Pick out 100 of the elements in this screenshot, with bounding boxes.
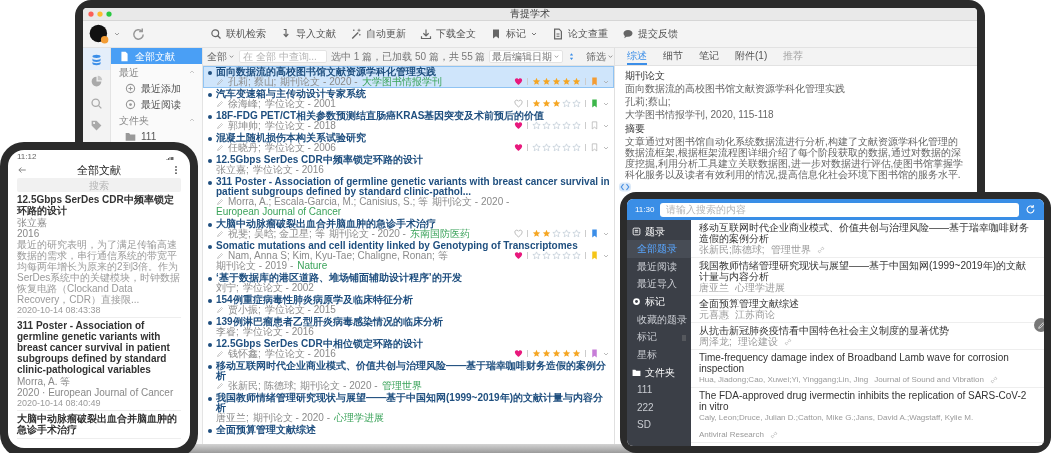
list-row[interactable]: 大脑中动脉瘤破裂出血合并脑血肿的急诊手术治疗 祝斐; 吴晗; 金卫星; 等 期刊论文 - 2020 - 东南国防医药: [203, 218, 614, 240]
refresh-icon[interactable]: [1025, 204, 1036, 215]
item-title[interactable]: 311 Poster - Association of germline genetic variants with breast cancer survival in patient subgroups defined by standard clinic-pathological variables: [17, 320, 181, 375]
item-title[interactable]: 大脑中动脉瘤破裂出血合并脑血肿的急诊手术治疗: [17, 413, 181, 435]
back-arrow-icon[interactable]: [17, 165, 27, 175]
bookmark-icon[interactable]: [590, 99, 599, 108]
bookmark-icon[interactable]: [590, 77, 599, 86]
heart-icon[interactable]: [514, 349, 523, 358]
caret-icon[interactable]: [113, 30, 121, 38]
chevrons-icon[interactable]: [616, 181, 634, 193]
star-icon[interactable]: [572, 121, 581, 130]
star-icon[interactable]: [572, 251, 581, 260]
tab[interactable]: 细节: [663, 48, 683, 65]
star-icon[interactable]: [532, 77, 541, 86]
star-icon[interactable]: [542, 229, 551, 238]
filter-dropdown[interactable]: 筛选: [586, 49, 615, 64]
toolbar-button[interactable]: 自动更新: [343, 26, 413, 42]
bookmark-icon[interactable]: [590, 229, 599, 238]
toolbar-button[interactable]: 下载全文: [413, 26, 483, 42]
item-title[interactable]: 我国教师情绪管理研究现状与展望——基于中国知网(1999~2019年)的文献计量与内容分析: [699, 260, 1034, 282]
star-icon[interactable]: [562, 349, 571, 358]
search-field[interactable]: 请输入搜索的内容: [660, 202, 1019, 217]
star-icon[interactable]: [532, 251, 541, 260]
list-row[interactable]: 12.5Gbps SerDes CDR中频率锁定环路的设计 张立嘉; 学位论文 - 2016: [203, 154, 614, 176]
item-title[interactable]: 全面预算管理文献综述: [699, 298, 1034, 309]
bookmark-icon[interactable]: [590, 349, 599, 358]
star-icon[interactable]: [542, 121, 551, 130]
caret-icon[interactable]: [188, 116, 196, 124]
star-icon[interactable]: [552, 77, 561, 86]
star-icon[interactable]: [552, 121, 561, 130]
avatar-icon[interactable]: [89, 24, 109, 44]
star-icon[interactable]: [562, 143, 571, 152]
drag-handle-icon[interactable]: [680, 332, 688, 344]
star-icon[interactable]: [552, 251, 561, 260]
list-row[interactable]: Somatic mutations and cell identity linked by Genotyping of Transcriptomes Nam, Anna S; Kim, Kyu-Tae; Chaligne, Ronan; 等 期刊论文 - 2019 - Nature: [203, 240, 614, 272]
tab[interactable]: 笔记: [699, 48, 719, 65]
star-icon[interactable]: [562, 99, 571, 108]
bookmark-icon[interactable]: [590, 143, 599, 152]
sort-dropdown[interactable]: 最后编辑日期: [489, 50, 564, 63]
scope-dropdown[interactable]: 全部: [207, 49, 235, 64]
item-title[interactable]: Time-frequency damage index of Broadband Lamb wave for corrosion inspection: [699, 352, 1034, 374]
list-row[interactable]: 混凝土随机损伤本构关系试验研究 任晓丹; 学位论文 - 2006: [203, 132, 614, 154]
toolbar-button[interactable]: 导入文献: [273, 26, 343, 42]
bookmark-icon[interactable]: [590, 121, 599, 130]
list-row[interactable]: ‘基于数据库的港区道路、堆场铺面辅助设计程序’的开发 刘宁; 学位论文 - 2002: [203, 272, 614, 294]
sidebar-item[interactable]: 全部题录: [627, 240, 691, 258]
link-icon[interactable]: [816, 245, 825, 254]
sidebar-item[interactable]: 111: [111, 128, 202, 144]
star-icon[interactable]: [532, 121, 541, 130]
star-icon[interactable]: [562, 77, 571, 86]
heart-icon[interactable]: [514, 143, 523, 152]
list-row[interactable]: 我国教师情绪管理研究现状与展望——基于中国知网(1999~2019年)的文献计量与内容分析 唐亚兰; 期刊论文 - 2020 - 心理学进展: [203, 392, 614, 424]
star-icon[interactable]: [542, 143, 551, 152]
item-title[interactable]: 从抗击新冠肺炎疫情看中国特色社会主义制度的显著优势: [699, 325, 1034, 336]
sidebar-item[interactable]: 收藏的题录: [627, 310, 691, 328]
list-row[interactable]: 汽车变速箱与主传动设计专家系统 徐海峰; 学位论文 - 2001: [203, 88, 614, 110]
star-icon[interactable]: [552, 99, 561, 108]
heart-icon[interactable]: [514, 121, 523, 130]
list-row[interactable]: 12.5Gbps SerDes CDR中相位锁定环路的设计 钱怀鑫; 学位论文 - 2016: [203, 338, 614, 360]
bookmark-icon[interactable]: [590, 251, 599, 260]
refresh-icon[interactable]: [131, 26, 146, 42]
star-icon[interactable]: [542, 349, 551, 358]
star-icon[interactable]: [532, 143, 541, 152]
toolbar-button[interactable]: 联机检索: [203, 26, 273, 42]
star-icon[interactable]: [552, 349, 561, 358]
toolbar-button[interactable]: 标记: [483, 26, 545, 42]
link-icon[interactable]: [783, 337, 792, 346]
sidebar-item[interactable]: 111: [627, 381, 691, 399]
item-title[interactable]: The FDA-approved drug ivermectin inhibits the replication of SARS-CoV-2 in vitro: [699, 390, 1034, 412]
star-icon[interactable]: [562, 251, 571, 260]
edit-button[interactable]: [1034, 318, 1044, 332]
star-icon[interactable]: [572, 229, 581, 238]
list-row[interactable]: 全面预算管理文献综述: [203, 424, 614, 436]
star-icon[interactable]: [572, 77, 581, 86]
list-row[interactable]: 139例淋巴瘤患者乙型肝炎病毒感染情况的临床分析 李睿; 学位论文 - 2016: [203, 316, 614, 338]
sidebar-item[interactable]: 星标: [627, 345, 691, 363]
list-row[interactable]: 移动互联网时代企业商业模式、价值共创与治理风险——基于瑞幸咖啡财务造假的案例分析 张新民; 陈德球; 期刊论文 - 2020 - 管理世界: [203, 360, 614, 392]
search-field[interactable]: 在 全部 中查询...: [239, 50, 327, 63]
sidebar-item[interactable]: 最近阅读: [111, 96, 202, 112]
star-icon[interactable]: [562, 121, 571, 130]
sidebar-item[interactable]: 最近阅读: [627, 257, 691, 275]
toolbar-button[interactable]: 提交反馈: [615, 26, 685, 42]
star-icon[interactable]: [562, 229, 571, 238]
sidebar-item[interactable]: SD: [627, 416, 691, 434]
star-icon[interactable]: [532, 349, 541, 358]
sidebar-item[interactable]: 标记: [627, 328, 691, 346]
star-icon[interactable]: [572, 143, 581, 152]
star-icon[interactable]: [532, 99, 541, 108]
toolbar-button[interactable]: 论文查重: [545, 26, 615, 42]
star-icon[interactable]: [572, 349, 581, 358]
star-icon[interactable]: [552, 143, 561, 152]
star-icon[interactable]: [542, 99, 551, 108]
heart-icon[interactable]: [514, 251, 523, 260]
link-icon[interactable]: [989, 375, 998, 384]
link-icon[interactable]: [769, 430, 778, 439]
sidebar-item[interactable]: 最近添加: [111, 80, 202, 96]
item-title[interactable]: 12.5Gbps SerDes CDR中频率锁定环路的设计: [17, 194, 181, 216]
caret-icon[interactable]: [188, 68, 196, 76]
tab[interactable]: 附件(1): [735, 48, 768, 65]
sidebar-item[interactable]: 222: [627, 398, 691, 416]
